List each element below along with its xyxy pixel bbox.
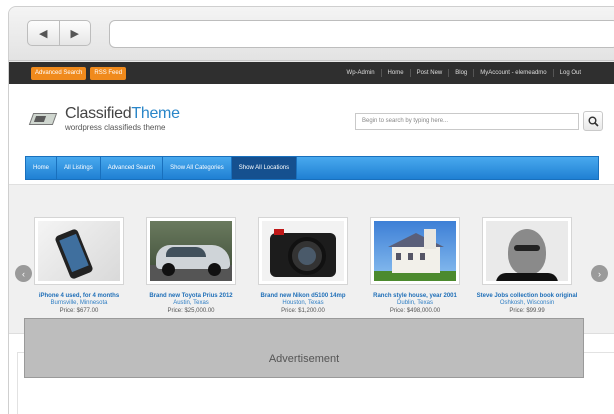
slider-next-icon[interactable]: ›	[591, 265, 608, 282]
logo-title: ClassifiedTheme	[65, 106, 180, 122]
forward-icon[interactable]: ▶	[60, 21, 91, 45]
nav-all-listings[interactable]: All Listings	[57, 157, 101, 179]
search-input[interactable]: Begin to search by typing here...	[355, 113, 579, 130]
newspaper-icon	[28, 111, 59, 127]
listing-location[interactable]: Houston, Texas	[251, 300, 355, 307]
site-logo[interactable]: ClassifiedTheme wordpress classifieds th…	[28, 106, 180, 132]
listing-price: Price: $677.00	[59, 308, 99, 314]
listing-title[interactable]: Brand new Nikon d5100 14mp	[251, 293, 355, 300]
listing-title[interactable]: iPhone 4 used, for 4 months	[27, 293, 131, 300]
listing-price: Price: $99.99	[509, 308, 545, 314]
admin-bar: Advanced Search RSS Feed Wp-Admin Home P…	[9, 62, 614, 84]
admin-link-my-account[interactable]: MyAccount - elemeadmo	[473, 69, 552, 77]
search-icon	[588, 116, 599, 127]
listing-card[interactable]: Steve Jobs collection book original Oshk…	[475, 217, 579, 315]
admin-link-blog[interactable]: Blog	[448, 69, 473, 77]
nav-show-all-locations[interactable]: Show All Locations	[231, 157, 298, 179]
listing-title[interactable]: Ranch style house, year 2001	[363, 293, 467, 300]
listing-price: Price: $498,000.00	[389, 308, 441, 314]
advanced-search-button[interactable]: Advanced Search	[31, 67, 87, 80]
admin-link-home[interactable]: Home	[380, 69, 410, 77]
nav-advanced-search[interactable]: Advanced Search	[101, 157, 164, 179]
nav-show-all-categories[interactable]: Show All Categories	[163, 157, 232, 179]
admin-link-wp-admin[interactable]: Wp-Admin	[341, 69, 381, 77]
listing-image-car[interactable]	[146, 217, 236, 285]
listing-image-phone[interactable]	[34, 217, 124, 285]
browser-toolbar: ◀ ▶	[9, 7, 614, 61]
listing-image-portrait[interactable]	[482, 217, 572, 285]
rss-feed-button[interactable]: RSS Feed	[90, 67, 127, 80]
listing-image-camera[interactable]	[258, 217, 348, 285]
listing-card[interactable]: Brand new Nikon d5100 14mp Houston, Texa…	[251, 217, 355, 315]
logo-prefix: Classified	[65, 105, 132, 122]
search-button[interactable]	[583, 111, 603, 131]
listing-price: Price: $25,000.00	[167, 308, 215, 314]
advertisement-banner[interactable]: Advertisement	[24, 318, 584, 378]
admin-link-post-new[interactable]: Post New	[409, 69, 449, 77]
history-buttons: ◀ ▶	[27, 20, 91, 46]
featured-slider: ‹ iPhone 4 used, for 4 months Burnsville…	[9, 184, 614, 334]
listing-location[interactable]: Austin, Texas	[139, 300, 243, 307]
logo-tagline: wordpress classifieds theme	[65, 123, 166, 132]
admin-link-log-out[interactable]: Log Out	[552, 69, 587, 77]
site-header: ClassifiedTheme wordpress classifieds th…	[9, 84, 614, 154]
listing-card[interactable]: Ranch style house, year 2001 Dublin, Tex…	[363, 217, 467, 315]
back-icon[interactable]: ◀	[28, 21, 60, 45]
listing-price: Price: $1,200.00	[281, 308, 325, 314]
listing-location[interactable]: Dublin, Texas	[363, 300, 467, 307]
logo-suffix: Theme	[131, 105, 180, 122]
listing-image-house[interactable]	[370, 217, 460, 285]
main-nav: Home All Listings Advanced Search Show A…	[25, 156, 599, 180]
listing-title[interactable]: Steve Jobs collection book original	[475, 293, 579, 300]
listing-card[interactable]: iPhone 4 used, for 4 months Burnsville, …	[27, 217, 131, 315]
listing-location[interactable]: Oshkosh, Wisconsin	[475, 300, 579, 307]
nav-home[interactable]: Home	[26, 157, 58, 179]
listing-location[interactable]: Burnsville, Minnesota	[27, 300, 131, 307]
listing-title[interactable]: Brand new Toyota Prius 2012	[139, 293, 243, 300]
listing-card[interactable]: Brand new Toyota Prius 2012 Austin, Texa…	[139, 217, 243, 315]
advertisement-label: Advertisement	[268, 353, 340, 365]
address-bar[interactable]	[109, 20, 614, 48]
